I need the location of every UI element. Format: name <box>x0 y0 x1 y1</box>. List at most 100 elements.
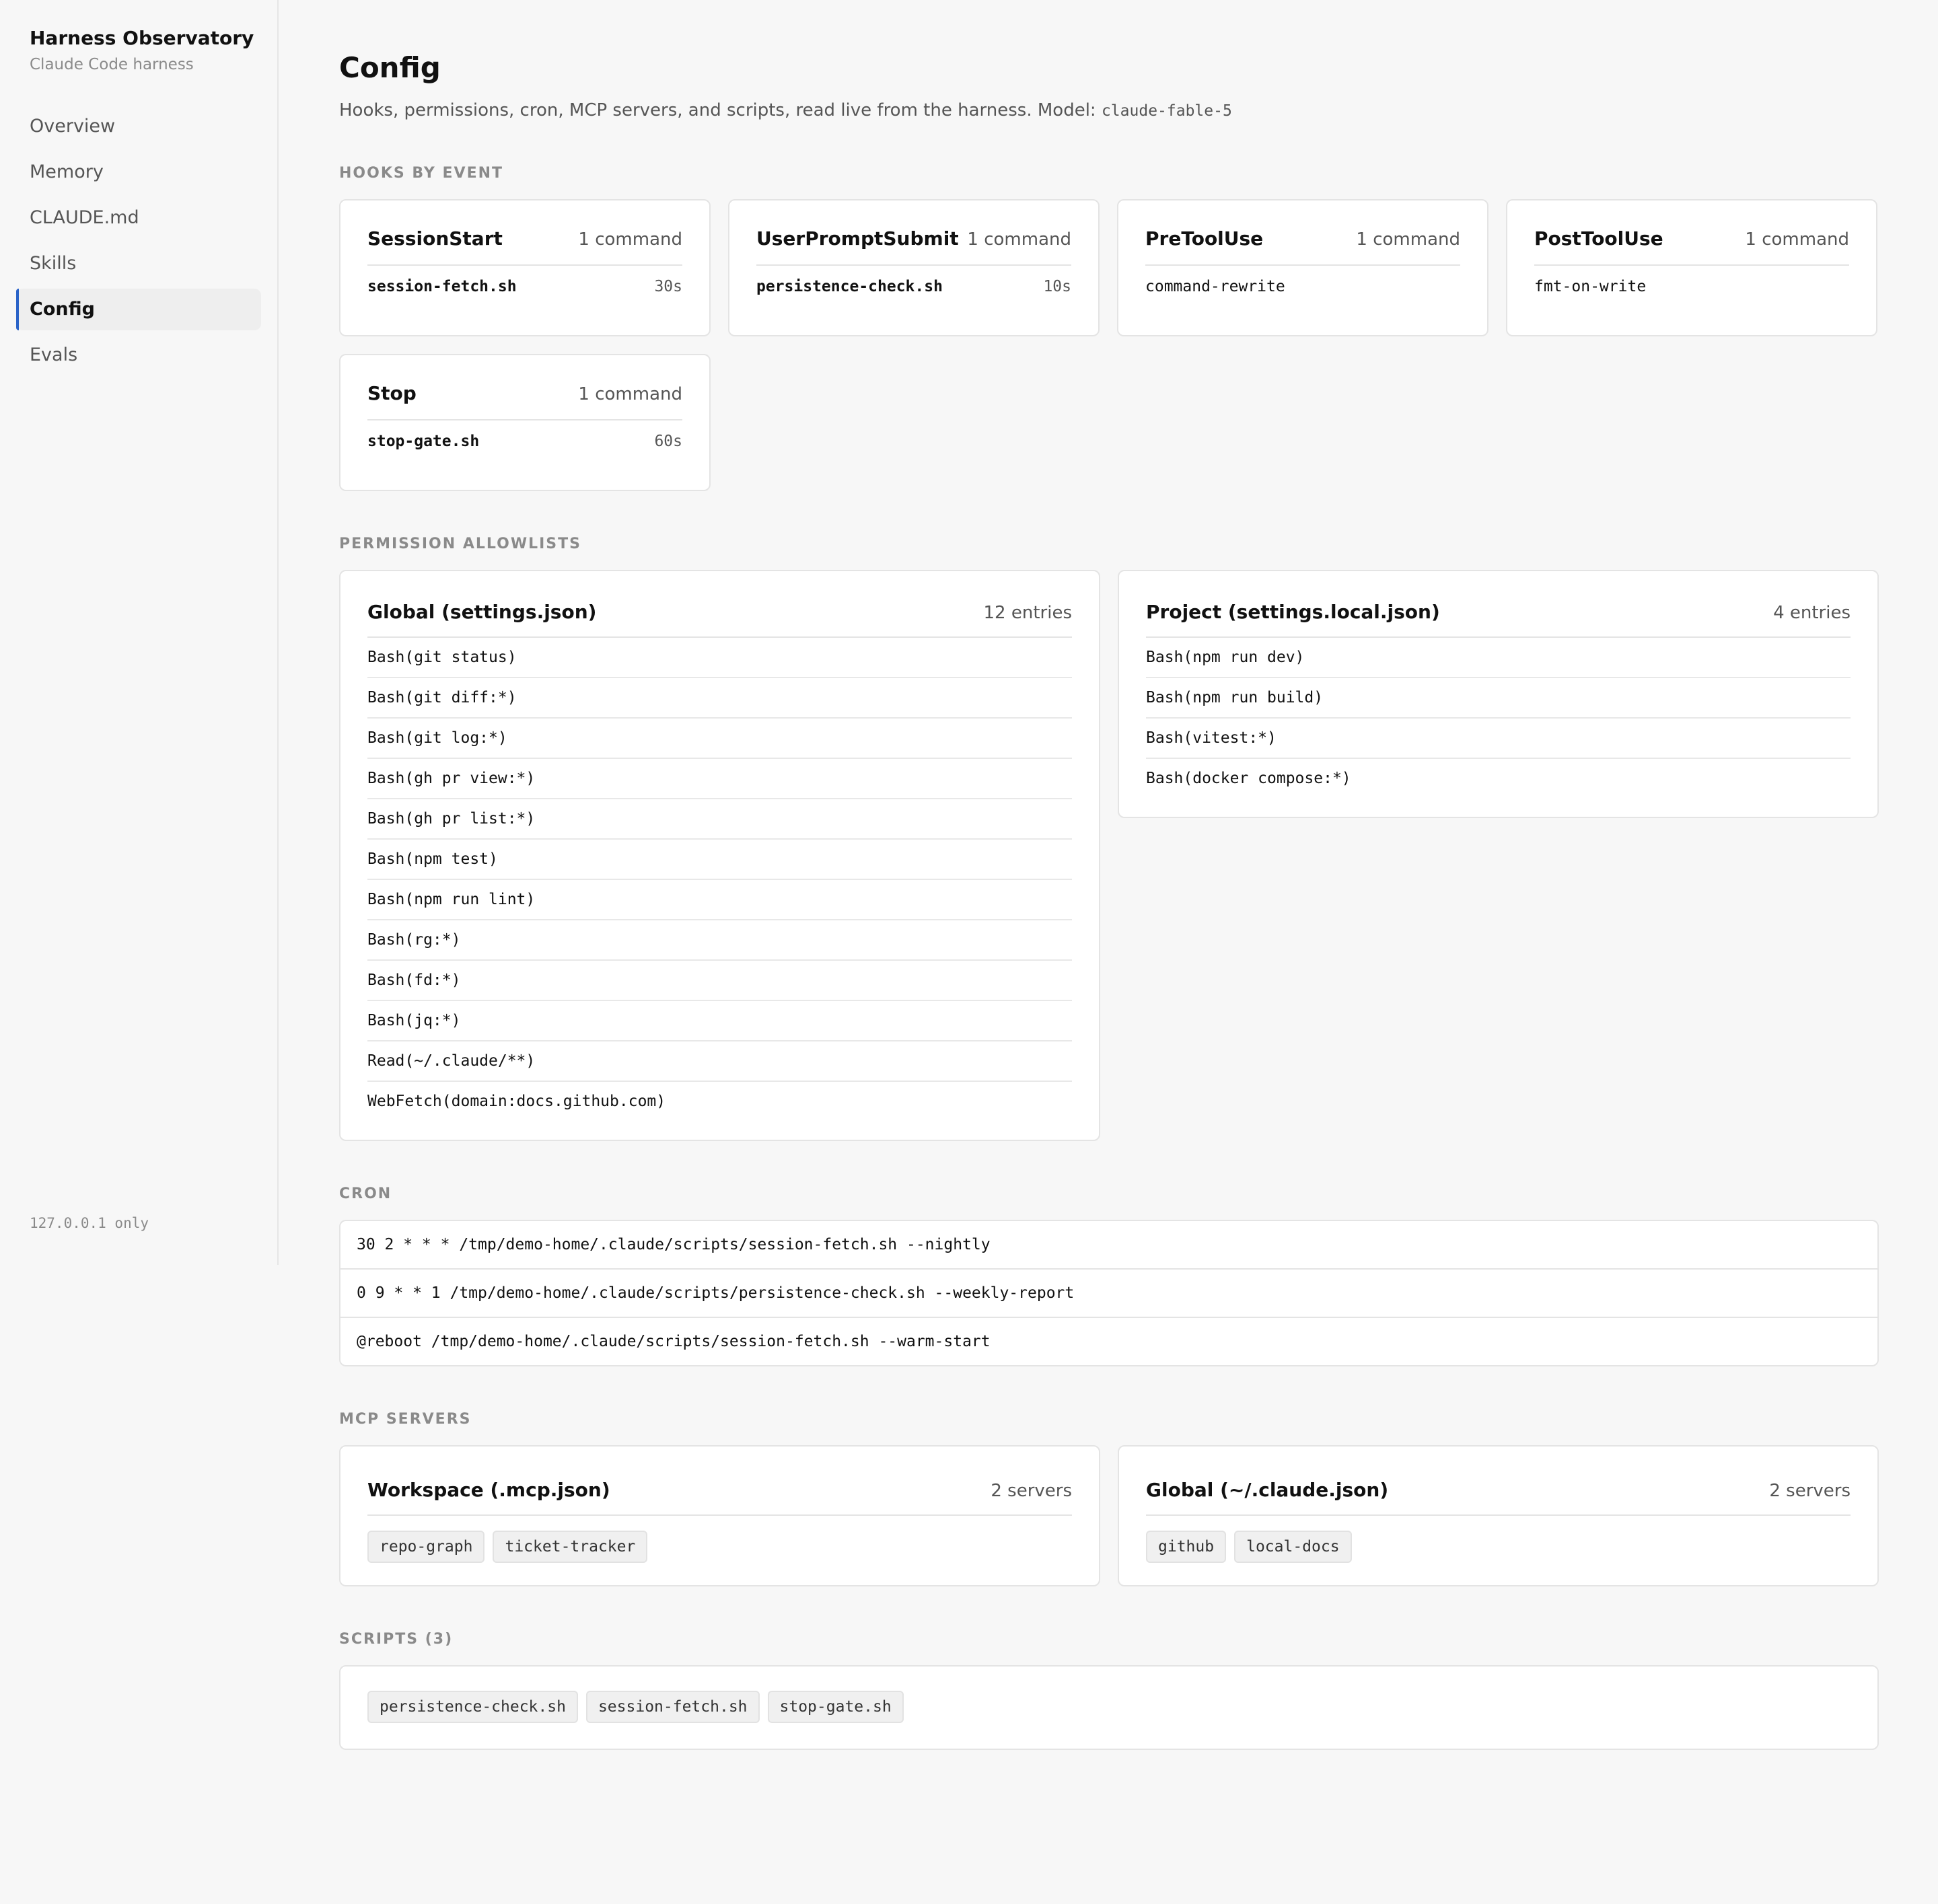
hook-event-name: Stop <box>367 382 417 404</box>
hooks-grid: SessionStart 1 command session-fetch.sh … <box>339 199 1879 491</box>
permission-entry: Bash(npm run dev) <box>1146 638 1851 678</box>
permission-entry: Bash(vitest:*) <box>1146 719 1851 759</box>
mcp-server-chip: github <box>1146 1531 1227 1563</box>
global-mcp-card: Global (~/.claude.json) 2 servers github… <box>1118 1445 1879 1586</box>
permissions-header: Project (settings.local.json) 4 entries <box>1146 601 1851 638</box>
cron-job: 30 2 * * * /tmp/demo-home/.claude/script… <box>340 1221 1877 1270</box>
sidebar-item-config[interactable]: Config <box>16 289 261 330</box>
hook-command-count: 1 command <box>578 384 682 404</box>
script-chip: session-fetch.sh <box>585 1691 760 1723</box>
script-chip: stop-gate.sh <box>767 1691 904 1723</box>
hook-timeout: 30s <box>654 278 682 295</box>
hook-header: SessionStart 1 command <box>367 227 682 266</box>
cron-section-title: CRON <box>339 1185 392 1202</box>
permission-entry: Bash(fd:*) <box>367 961 1072 1001</box>
hook-card-post-tool-use: PostToolUse 1 command fmt-on-write <box>1506 199 1877 336</box>
hook-command-count: 1 command <box>1356 229 1460 250</box>
app-subtitle: Claude Code harness <box>30 56 194 73</box>
hook-header: PreToolUse 1 command <box>1145 227 1460 266</box>
host-note: 127.0.0.1 only <box>30 1215 149 1231</box>
mcp-count: 2 servers <box>991 1481 1072 1501</box>
permissions-title: Project (settings.local.json) <box>1146 601 1440 623</box>
permissions-title: Global (settings.json) <box>367 601 597 623</box>
mcp-server-chip: local-docs <box>1234 1531 1352 1563</box>
permission-entry: Bash(gh pr list:*) <box>367 799 1072 840</box>
page-title: Config <box>339 51 441 84</box>
app-title: Harness Observatory <box>30 27 254 49</box>
model-name: claude-fable-5 <box>1101 102 1232 120</box>
mcp-section-title: MCP SERVERS <box>339 1411 472 1428</box>
permission-entry: Bash(gh pr view:*) <box>367 759 1072 799</box>
permissions-count: 4 entries <box>1773 603 1851 623</box>
hook-command-count: 1 command <box>967 229 1071 250</box>
permission-entry: Bash(npm test) <box>367 840 1072 880</box>
main-content: Config Hooks, permissions, cron, MCP ser… <box>279 0 1938 1904</box>
mcp-server-chips: github local-docs <box>1146 1531 1851 1563</box>
hook-command-count: 1 command <box>578 229 682 250</box>
permission-entry: Bash(jq:*) <box>367 1001 1072 1041</box>
project-permissions-list: Bash(npm run dev) Bash(npm run build) Ba… <box>1146 638 1851 798</box>
mcp-header: Workspace (.mcp.json) 2 servers <box>367 1479 1072 1516</box>
scripts-section-title: SCRIPTS (3) <box>339 1631 454 1648</box>
mcp-title: Workspace (.mcp.json) <box>367 1479 610 1501</box>
mcp-count: 2 servers <box>1769 1481 1851 1501</box>
sidebar-item-overview[interactable]: Overview <box>16 106 261 147</box>
sidebar-item-memory[interactable]: Memory <box>16 151 261 193</box>
hook-command-row: stop-gate.sh 60s <box>367 433 682 450</box>
scripts-card: persistence-check.sh session-fetch.sh st… <box>339 1665 1879 1750</box>
script-chips: persistence-check.sh session-fetch.sh st… <box>367 1691 1851 1723</box>
permission-entry: Bash(git diff:*) <box>367 678 1072 719</box>
hook-command: fmt-on-write <box>1534 278 1647 295</box>
global-permissions-list: Bash(git status) Bash(git diff:*) Bash(g… <box>367 638 1072 1121</box>
permissions-grid: Global (settings.json) 12 entries Bash(g… <box>339 570 1879 1141</box>
cron-list: 30 2 * * * /tmp/demo-home/.claude/script… <box>339 1220 1879 1366</box>
mcp-grid: Workspace (.mcp.json) 2 servers repo-gra… <box>339 1445 1879 1586</box>
hook-card-user-prompt-submit: UserPromptSubmit 1 command persistence-c… <box>728 199 1100 336</box>
hook-command-row: session-fetch.sh 30s <box>367 278 682 295</box>
sidebar: Harness Observatory Claude Code harness … <box>0 0 279 1265</box>
hook-event-name: PreToolUse <box>1145 227 1264 250</box>
cron-job: @reboot /tmp/demo-home/.claude/scripts/s… <box>357 1333 991 1350</box>
app-root: Harness Observatory Claude Code harness … <box>0 0 1938 1904</box>
global-permissions-card: Global (settings.json) 12 entries Bash(g… <box>339 570 1100 1141</box>
hook-card-stop: Stop 1 command stop-gate.sh 60s <box>339 354 711 491</box>
mcp-header: Global (~/.claude.json) 2 servers <box>1146 1479 1851 1516</box>
hook-event-name: PostToolUse <box>1534 227 1663 250</box>
hook-command-count: 1 command <box>1745 229 1849 250</box>
page-description-text: Hooks, permissions, cron, MCP servers, a… <box>339 100 1096 120</box>
hook-event-name: UserPromptSubmit <box>756 227 959 250</box>
hook-card-pre-tool-use: PreToolUse 1 command command-rewrite <box>1117 199 1488 336</box>
sidebar-item-claude-md[interactable]: CLAUDE.md <box>16 197 261 239</box>
hook-command: command-rewrite <box>1145 278 1285 295</box>
permission-entry: Bash(rg:*) <box>367 920 1072 961</box>
hook-command-row: persistence-check.sh 10s <box>756 278 1071 295</box>
page-description: Hooks, permissions, cron, MCP servers, a… <box>339 100 1879 120</box>
sidebar-item-skills[interactable]: Skills <box>16 243 261 285</box>
permission-entry: Bash(npm run build) <box>1146 678 1851 719</box>
hook-header: UserPromptSubmit 1 command <box>756 227 1071 266</box>
permissions-count: 12 entries <box>983 603 1072 623</box>
hook-header: PostToolUse 1 command <box>1534 227 1849 266</box>
permission-entry: WebFetch(domain:docs.github.com) <box>367 1093 666 1110</box>
hook-card-session-start: SessionStart 1 command session-fetch.sh … <box>339 199 711 336</box>
permission-entry: Bash(docker compose:*) <box>1146 770 1351 787</box>
hook-command-row: command-rewrite <box>1145 278 1460 295</box>
permission-entry: Bash(git log:*) <box>367 719 1072 759</box>
project-permissions-card: Project (settings.local.json) 4 entries … <box>1118 570 1879 818</box>
permissions-header: Global (settings.json) 12 entries <box>367 601 1072 638</box>
sidebar-item-evals[interactable]: Evals <box>16 334 261 376</box>
workspace-mcp-card: Workspace (.mcp.json) 2 servers repo-gra… <box>339 1445 1100 1586</box>
hooks-section-title: HOOKS BY EVENT <box>339 165 504 182</box>
hook-command: session-fetch.sh <box>367 278 517 295</box>
hook-timeout: 60s <box>654 433 682 450</box>
hook-command-row: fmt-on-write <box>1534 278 1849 295</box>
script-chip: persistence-check.sh <box>367 1691 578 1723</box>
hook-timeout: 10s <box>1043 278 1071 295</box>
permission-entry: Bash(npm run lint) <box>367 880 1072 920</box>
cron-job: 0 9 * * 1 /tmp/demo-home/.claude/scripts… <box>340 1270 1877 1318</box>
mcp-title: Global (~/.claude.json) <box>1146 1479 1389 1501</box>
permission-entry: Bash(git status) <box>367 638 1072 678</box>
hook-command: persistence-check.sh <box>756 278 943 295</box>
mcp-server-chip: repo-graph <box>367 1531 485 1563</box>
permissions-section-title: PERMISSION ALLOWLISTS <box>339 536 581 552</box>
